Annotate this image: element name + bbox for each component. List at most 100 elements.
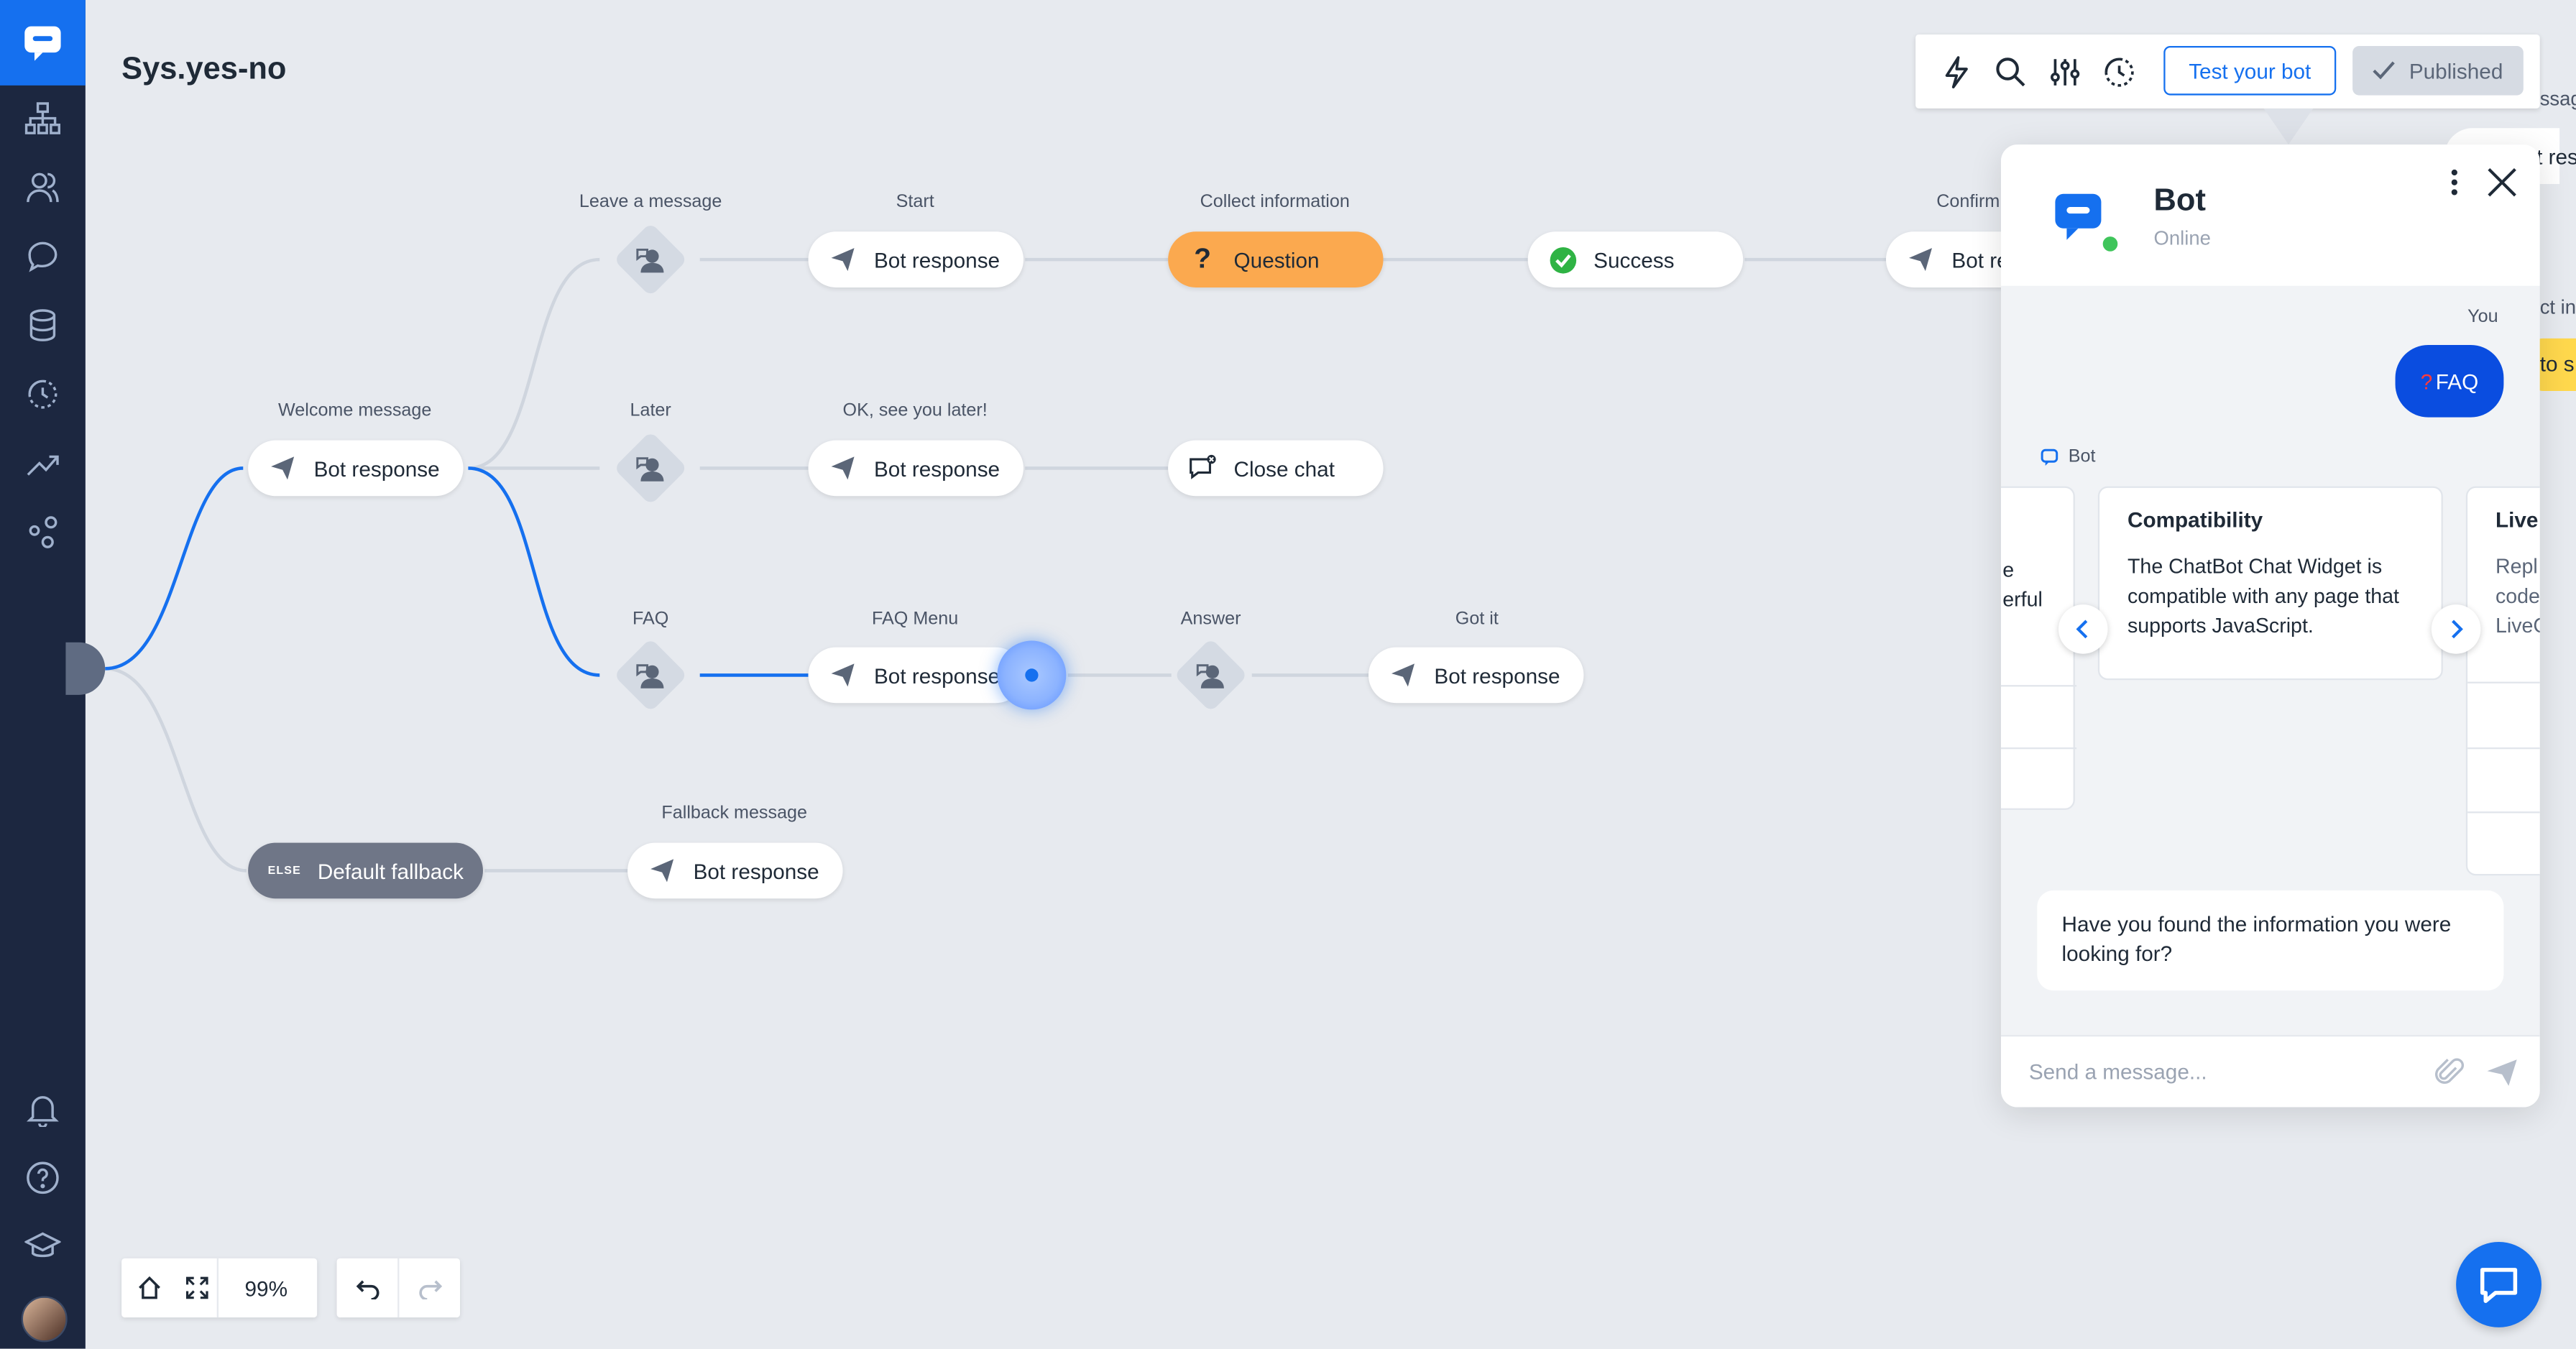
label-leave-message: Leave a message	[579, 192, 722, 212]
node-label: Bot response	[1434, 663, 1560, 688]
label-welcome-message: Welcome message	[278, 400, 432, 421]
node-label: Bot response	[873, 663, 1000, 688]
close-chat-node[interactable]: Close chat	[1168, 440, 1384, 497]
chat-widget-panel: Bot Online You ? FAQ Bot e erful Compati…	[2000, 144, 2540, 1108]
node-label: Question	[1233, 247, 1320, 272]
node-label: Default fallback	[317, 858, 464, 883]
next-card-line-1: Repl	[2495, 555, 2538, 579]
node-label: Bot re	[1951, 247, 2009, 272]
fullscreen-icon[interactable]	[178, 1258, 217, 1317]
bot-response-node-got-it[interactable]: Bot response	[1368, 647, 1584, 704]
label-faq: FAQ	[632, 609, 669, 630]
bot-name: Bot	[2153, 183, 2206, 218]
next-card-line-3: LiveC	[2495, 614, 2540, 637]
label-got-it: Got it	[1455, 609, 1499, 630]
online-status-dot	[2099, 233, 2121, 255]
send-message-icon[interactable]	[2485, 1058, 2518, 1096]
active-node-indicator	[997, 640, 1067, 710]
peek-label-2: t res	[2536, 144, 2576, 170]
canvas-view-controls: 99%	[121, 1258, 318, 1318]
card-title: Compatibility	[2127, 507, 2263, 533]
undo-redo-controls	[336, 1258, 460, 1318]
bot-message: Have you found the information you were …	[2037, 890, 2504, 991]
chat-launcher-button[interactable]	[2456, 1241, 2542, 1327]
send-icon	[1388, 660, 1417, 690]
node-label: Bot response	[873, 247, 1000, 272]
label-confirm: Confirm	[1936, 192, 2000, 212]
published-button[interactable]: Published	[2352, 45, 2524, 96]
chevron-left-icon	[2076, 620, 2088, 639]
bot-status: Online	[2153, 226, 2211, 250]
message-input[interactable]: Send a message...	[2029, 1059, 2207, 1084]
user-input-icon	[632, 241, 668, 277]
sliders-icon[interactable]	[2043, 51, 2086, 93]
bot-response-node-faq-menu[interactable]: Bot response	[808, 647, 1024, 704]
node-label: Bot response	[693, 858, 819, 883]
user-message-text: FAQ	[2435, 369, 2479, 394]
bot-sender-label: Bot	[2041, 446, 2096, 467]
carousel-next-button[interactable]	[2431, 604, 2481, 654]
label-later: Later	[630, 400, 671, 421]
question-mark-icon: ?	[1194, 243, 1211, 275]
user-message-faq: ? FAQ	[2395, 344, 2504, 418]
bot-label-text: Bot	[2068, 446, 2096, 467]
peek-label-3: ct in	[2539, 295, 2576, 319]
chat-header: Bot Online	[2000, 144, 2540, 286]
bot-response-node-fallback[interactable]: Bot response	[627, 842, 843, 899]
top-toolbar: Test your bot Published	[1915, 34, 2540, 109]
bot-response-node-welcome[interactable]: Bot response	[248, 440, 464, 497]
carousel-prev-button[interactable]	[2058, 604, 2108, 654]
node-label: Bot response	[313, 456, 440, 481]
prev-card-text-2: erful	[2002, 588, 2043, 612]
success-check-icon	[1547, 245, 1577, 275]
check-icon	[2373, 61, 2396, 80]
label-answer: Answer	[1180, 609, 1241, 630]
label-collect-information: Collect information	[1200, 192, 1350, 212]
peek-label-1: ssag	[2539, 87, 2576, 111]
node-label: Close chat	[1233, 456, 1335, 481]
close-icon[interactable]	[2484, 165, 2520, 201]
lightning-icon[interactable]	[1936, 51, 1978, 93]
attachment-icon[interactable]	[2434, 1056, 2465, 1097]
test-your-bot-button[interactable]: Test your bot	[2163, 45, 2337, 96]
send-icon	[648, 856, 677, 885]
send-icon	[828, 660, 857, 690]
send-icon	[1905, 245, 1935, 275]
more-options-icon[interactable]	[2444, 165, 2464, 201]
you-label: You	[2467, 307, 2498, 327]
published-label: Published	[2409, 58, 2503, 83]
question-emoji-icon: ?	[2420, 369, 2433, 394]
success-node[interactable]: Success	[1527, 231, 1744, 287]
node-label: Success	[1593, 247, 1675, 272]
label-ok-see-you: OK, see you later!	[842, 400, 988, 421]
label-fallback-message: Fallback message	[661, 803, 808, 824]
default-fallback-node[interactable]: ELSE Default fallback	[248, 842, 483, 899]
undo-icon[interactable]	[337, 1258, 398, 1317]
carousel-card-next[interactable]: Live Repl code LiveC	[2465, 486, 2540, 876]
zoom-level[interactable]: 99%	[218, 1258, 314, 1317]
label-faq-menu: FAQ Menu	[872, 609, 959, 630]
bot-response-node-later[interactable]: Bot response	[808, 440, 1024, 497]
else-tag: ELSE	[267, 865, 301, 877]
send-icon	[268, 453, 298, 483]
send-icon	[828, 245, 857, 275]
carousel-card-prev[interactable]: e erful	[2000, 486, 2077, 810]
bot-response-node-confirm[interactable]: Bot re	[1885, 231, 2018, 287]
peek-label-4: to s	[2539, 351, 2575, 377]
user-input-icon	[632, 450, 668, 486]
next-card-title: Live	[2495, 507, 2539, 533]
close-chat-icon	[1188, 453, 1218, 483]
search-icon[interactable]	[1990, 51, 2032, 93]
next-card-line-2: code	[2495, 584, 2540, 608]
carousel-card-compatibility[interactable]: Compatibility The ChatBot Chat Widget is…	[2097, 486, 2443, 681]
redo-icon[interactable]	[399, 1258, 460, 1317]
question-node[interactable]: ? Question	[1168, 231, 1384, 287]
card-body: The ChatBot Chat Widget is compatible wi…	[2127, 555, 2400, 637]
prev-card-text-1: e	[2002, 558, 2015, 582]
message-input-bar: Send a message...	[2000, 1034, 2540, 1108]
history-icon[interactable]	[2098, 51, 2140, 93]
send-icon	[828, 453, 857, 483]
home-icon[interactable]	[121, 1258, 178, 1317]
bot-response-node-start[interactable]: Bot response	[808, 231, 1024, 287]
chat-bubble-icon	[2480, 1268, 2518, 1304]
